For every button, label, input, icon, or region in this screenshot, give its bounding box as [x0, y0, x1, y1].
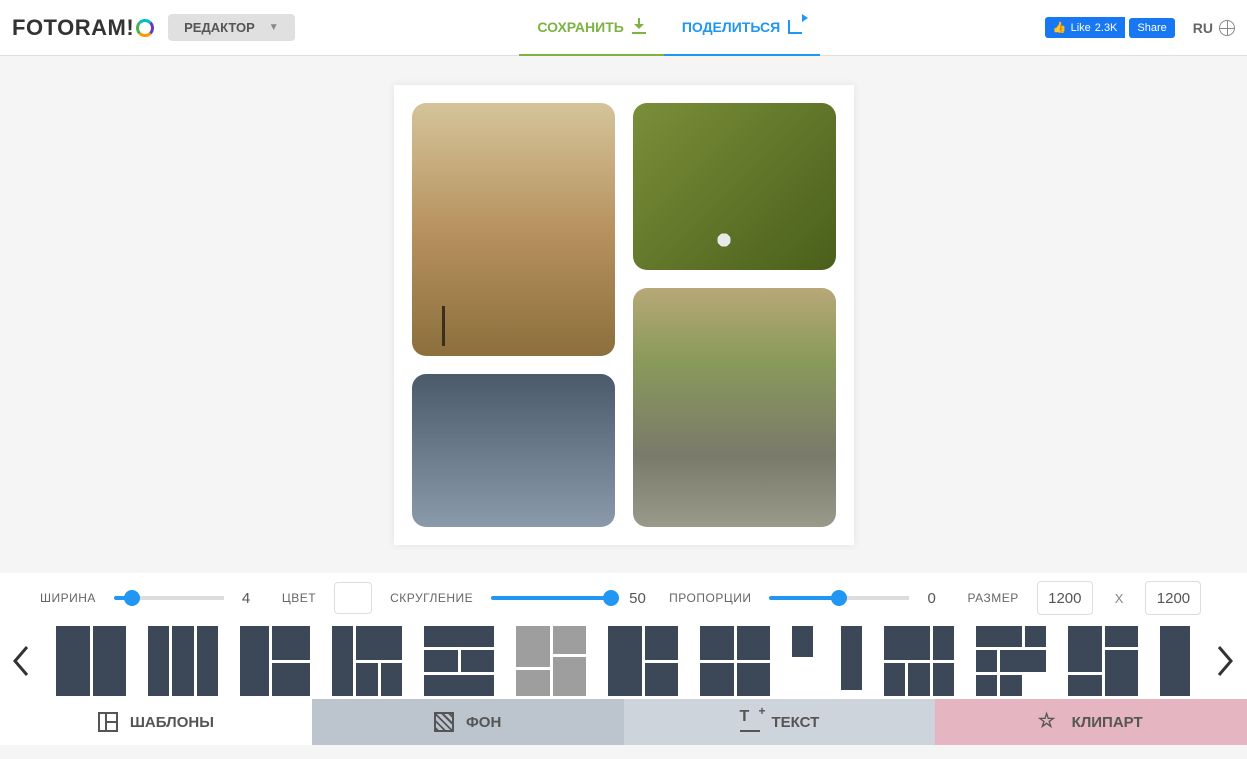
rounding-slider[interactable]	[491, 596, 611, 600]
fb-share-label: Share	[1137, 22, 1166, 34]
background-icon	[434, 712, 454, 732]
proportions-value: 0	[927, 590, 949, 607]
collage-cell-1[interactable]	[412, 103, 615, 357]
save-button[interactable]: СОХРАНИТЬ	[519, 0, 663, 56]
tab-text[interactable]: ТЕКСТ	[624, 699, 936, 745]
template-option[interactable]	[884, 626, 954, 696]
lang-code: RU	[1193, 20, 1213, 36]
slider-thumb[interactable]	[831, 590, 847, 606]
controls-bar: ШИРИНА 4 ЦВЕТ СКРУГЛЕНИЕ 50 ПРОПОРЦИИ 0 …	[0, 573, 1247, 623]
tab-bg-label: ФОН	[466, 714, 501, 731]
star-icon	[1040, 712, 1060, 732]
rounding-value: 50	[629, 590, 651, 607]
fb-share-button[interactable]: Share	[1129, 18, 1174, 38]
collage-cell-2[interactable]	[633, 103, 836, 270]
header-center: СОХРАНИТЬ ПОДЕЛИТЬСЯ	[295, 0, 1045, 56]
collage-canvas[interactable]	[394, 85, 854, 545]
template-option[interactable]	[608, 626, 678, 696]
logo-text: FOTORAM	[12, 15, 126, 41]
editor-dropdown[interactable]: РЕДАКТОР ▼	[168, 14, 295, 41]
canvas-area	[0, 56, 1247, 573]
globe-icon	[1219, 20, 1235, 36]
proportions-label: ПРОПОРЦИИ	[669, 591, 751, 605]
templates-icon	[98, 712, 118, 732]
template-option[interactable]	[976, 626, 1046, 696]
fb-like-label: Like	[1071, 22, 1091, 34]
templates-prev-button[interactable]	[6, 631, 34, 691]
tab-templates[interactable]: ШАБЛОНЫ	[0, 699, 312, 745]
tab-background[interactable]: ФОН	[312, 699, 624, 745]
size-label: РАЗМЕР	[967, 591, 1018, 605]
size-width-input[interactable]	[1037, 581, 1093, 615]
fb-like-count: 2.3K	[1095, 22, 1118, 34]
text-icon	[740, 712, 760, 732]
template-option-active[interactable]	[516, 626, 586, 696]
logo-o-icon	[136, 19, 154, 37]
collage-cell-3[interactable]	[633, 288, 836, 527]
color-picker[interactable]	[334, 582, 372, 614]
rounding-label: СКРУГЛЕНИЕ	[390, 591, 473, 605]
tab-templates-label: ШАБЛОНЫ	[130, 714, 214, 731]
template-option[interactable]	[332, 626, 402, 696]
share-icon	[788, 20, 802, 34]
editor-label: РЕДАКТОР	[184, 20, 255, 35]
slider-thumb[interactable]	[124, 590, 140, 606]
templates-next-button[interactable]	[1212, 631, 1240, 691]
template-option[interactable]	[700, 626, 770, 696]
tab-clipart[interactable]: КЛИПАРТ	[935, 699, 1247, 745]
template-option[interactable]	[240, 626, 310, 696]
template-option[interactable]	[1160, 626, 1190, 696]
bottom-tabs: ШАБЛОНЫ ФОН ТЕКСТ КЛИПАРТ	[0, 699, 1247, 745]
color-label: ЦВЕТ	[282, 591, 316, 605]
width-label: ШИРИНА	[40, 591, 96, 605]
size-x-label: X	[1115, 591, 1124, 606]
share-label: ПОДЕЛИТЬСЯ	[682, 19, 780, 35]
share-button[interactable]: ПОДЕЛИТЬСЯ	[664, 0, 820, 56]
width-value: 4	[242, 590, 264, 607]
header: FOTORAM! РЕДАКТОР ▼ СОХРАНИТЬ ПОДЕЛИТЬСЯ…	[0, 0, 1247, 56]
template-option[interactable]	[148, 626, 218, 696]
save-label: СОХРАНИТЬ	[537, 19, 623, 35]
chevron-down-icon: ▼	[269, 22, 279, 33]
logo[interactable]: FOTORAM!	[12, 15, 154, 41]
width-slider[interactable]	[114, 596, 224, 600]
tab-clipart-label: КЛИПАРТ	[1072, 714, 1143, 731]
template-option[interactable]	[1068, 626, 1138, 696]
language-selector[interactable]: RU	[1193, 20, 1235, 36]
tab-text-label: ТЕКСТ	[772, 714, 820, 731]
header-right: 👍 Like 2.3K Share RU	[1045, 17, 1235, 38]
fb-like-button[interactable]: 👍 Like 2.3K	[1045, 17, 1126, 38]
template-option[interactable]	[792, 626, 862, 696]
template-option[interactable]	[56, 626, 126, 696]
collage-cell-4[interactable]	[412, 374, 615, 526]
slider-thumb[interactable]	[603, 590, 619, 606]
size-height-input[interactable]	[1145, 581, 1201, 615]
logo-exclaim: !	[126, 15, 134, 41]
download-icon	[632, 20, 646, 34]
template-option[interactable]	[424, 626, 494, 696]
thumb-up-icon: 👍	[1053, 21, 1067, 34]
proportions-slider[interactable]	[769, 596, 909, 600]
fb-widget: 👍 Like 2.3K Share	[1045, 17, 1175, 38]
template-strip	[0, 623, 1247, 699]
